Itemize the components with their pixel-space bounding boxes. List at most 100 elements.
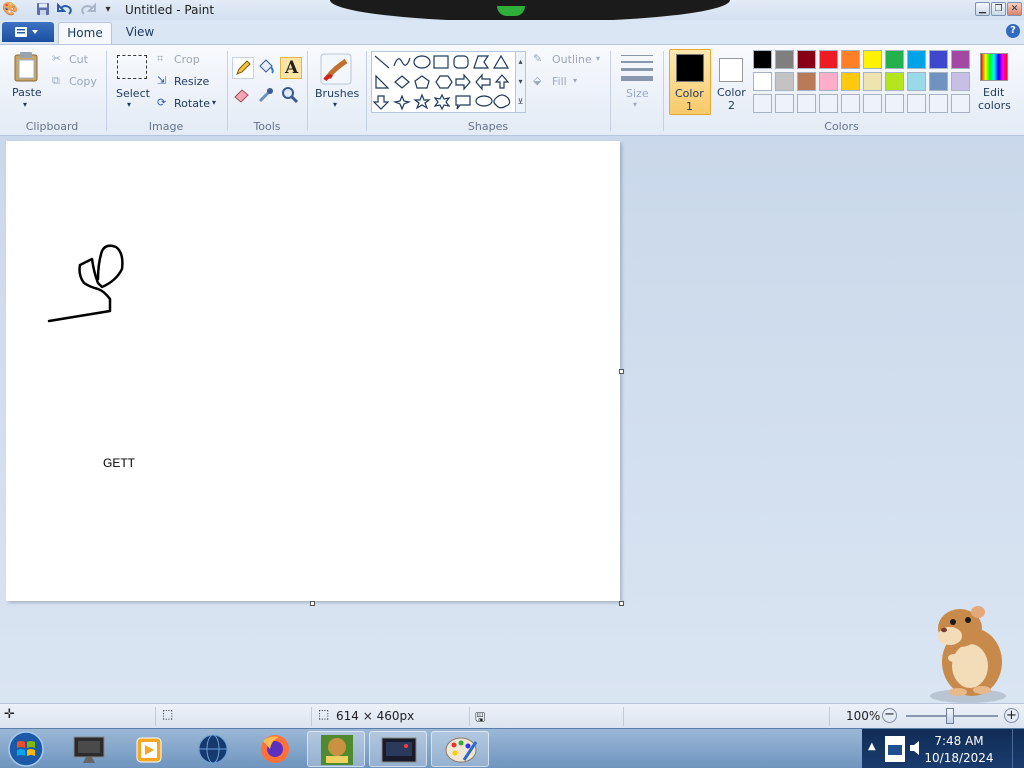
cut-button[interactable]: ✂ Cut bbox=[52, 51, 102, 67]
globe-icon bbox=[198, 734, 228, 764]
fill-button[interactable]: ⬙ Fill ▾ bbox=[533, 73, 593, 89]
palette-swatch[interactable] bbox=[951, 50, 970, 69]
help-icon[interactable]: ? bbox=[1006, 24, 1020, 38]
show-desktop-button[interactable] bbox=[1012, 729, 1024, 768]
palette-swatch[interactable] bbox=[841, 50, 860, 69]
palette-swatch[interactable] bbox=[775, 50, 794, 69]
brushes-button[interactable]: Brushes ▾ bbox=[312, 49, 362, 115]
taskbar-paint[interactable] bbox=[431, 731, 489, 767]
resize-button[interactable]: ⇲ Resize bbox=[157, 73, 217, 89]
palette-swatch[interactable] bbox=[819, 50, 838, 69]
copy-button[interactable]: ⧉ Copy bbox=[52, 73, 102, 89]
tab-home[interactable]: Home bbox=[58, 22, 112, 44]
palette-swatch[interactable] bbox=[951, 72, 970, 91]
shapes-gallery[interactable] bbox=[371, 51, 525, 113]
redo-icon[interactable] bbox=[80, 2, 96, 18]
custom-color-slot[interactable] bbox=[753, 94, 772, 113]
canvas-resize-handle-right[interactable] bbox=[619, 369, 624, 374]
taskbar-firefox[interactable] bbox=[246, 731, 304, 767]
paste-button[interactable]: Paste ▾ bbox=[6, 49, 48, 115]
task-manager-icon bbox=[73, 736, 105, 763]
taskbar-task-manager[interactable] bbox=[60, 731, 118, 767]
magnifier-tool[interactable] bbox=[280, 85, 302, 107]
image-group-label: Image bbox=[148, 120, 184, 133]
selection-size-icon: ⬚ bbox=[162, 707, 174, 721]
clock-time[interactable]: 7:48 AM bbox=[924, 734, 994, 748]
palette-swatch[interactable] bbox=[885, 50, 904, 69]
size-line-icon bbox=[621, 55, 653, 56]
crop-button[interactable]: ⌗ Crop bbox=[157, 51, 217, 67]
undo-icon[interactable] bbox=[57, 2, 73, 18]
custom-color-slot[interactable] bbox=[907, 94, 926, 113]
show-hidden-icons-button[interactable]: ▲ bbox=[868, 741, 876, 752]
color2-label: Color bbox=[717, 86, 746, 99]
color1-button[interactable]: Color 1 bbox=[669, 49, 711, 115]
pencil-icon bbox=[236, 60, 251, 75]
custom-color-slot[interactable] bbox=[863, 94, 882, 113]
palette-swatch[interactable] bbox=[753, 72, 772, 91]
tab-view[interactable]: View bbox=[116, 22, 164, 44]
palette-swatch[interactable] bbox=[929, 50, 948, 69]
speaker-icon[interactable] bbox=[908, 739, 924, 757]
taskbar-game-box[interactable] bbox=[307, 731, 365, 767]
colors-group-label: Colors bbox=[824, 120, 859, 133]
palette-swatch[interactable] bbox=[841, 72, 860, 91]
custom-color-slot[interactable] bbox=[775, 94, 794, 113]
zoom-in-button[interactable]: + bbox=[1004, 708, 1019, 723]
custom-color-slot[interactable] bbox=[819, 94, 838, 113]
shapes-scroll[interactable]: ▴ ▾ ⊻ bbox=[515, 51, 526, 113]
eraser-tool[interactable] bbox=[232, 85, 254, 107]
edit-colors-button[interactable]: Edit colors bbox=[976, 49, 1012, 115]
palette-swatch[interactable] bbox=[907, 50, 926, 69]
clock-date[interactable]: 10/18/2024 bbox=[924, 751, 994, 765]
group-separator bbox=[366, 51, 367, 131]
palette-swatch[interactable] bbox=[797, 72, 816, 91]
taskbar-media-player[interactable] bbox=[120, 731, 178, 767]
text-tool[interactable]: A bbox=[280, 57, 302, 79]
customize-quick-access-icon[interactable]: ▾ bbox=[100, 2, 116, 18]
action-center-icon[interactable] bbox=[884, 735, 906, 763]
save-icon[interactable] bbox=[35, 2, 51, 18]
paint-app-icon[interactable]: 🎨 bbox=[2, 2, 18, 18]
custom-color-slot[interactable] bbox=[951, 94, 970, 113]
fill-tool[interactable] bbox=[256, 57, 278, 79]
custom-color-slot[interactable] bbox=[929, 94, 948, 113]
hamster-desktop-pet[interactable] bbox=[920, 600, 1010, 704]
palette-swatch[interactable] bbox=[863, 72, 882, 91]
zoom-out-button[interactable]: − bbox=[882, 708, 897, 723]
palette-swatch[interactable] bbox=[929, 72, 948, 91]
palette-swatch[interactable] bbox=[819, 72, 838, 91]
palette-swatch[interactable] bbox=[885, 72, 904, 91]
color2-button[interactable]: Color 2 bbox=[713, 49, 751, 115]
brushes-label: Brushes bbox=[315, 87, 360, 100]
custom-color-slot[interactable] bbox=[841, 94, 860, 113]
palette-swatch[interactable] bbox=[753, 50, 772, 69]
fill-dropdown-icon: ▾ bbox=[573, 76, 578, 85]
outline-button[interactable]: ✎ Outline ▾ bbox=[533, 51, 605, 67]
custom-color-slot[interactable] bbox=[797, 94, 816, 113]
zoom-slider-thumb[interactable] bbox=[946, 708, 954, 724]
canvas-resize-handle-corner[interactable] bbox=[619, 601, 624, 606]
palette-swatch[interactable] bbox=[863, 50, 882, 69]
taskbar-display-app[interactable] bbox=[369, 731, 427, 767]
select-button[interactable]: Select ▾ bbox=[112, 49, 152, 115]
custom-color-slot[interactable] bbox=[885, 94, 904, 113]
maximize-button[interactable]: ❐ bbox=[991, 2, 1006, 16]
size-button[interactable]: Size ▾ bbox=[616, 49, 658, 115]
pencil-tool[interactable] bbox=[232, 57, 254, 79]
canvas-resize-handle-bottom[interactable] bbox=[310, 601, 315, 606]
start-button[interactable] bbox=[6, 730, 46, 768]
shapes-group-label: Shapes bbox=[467, 120, 509, 133]
close-button[interactable]: ✕ bbox=[1007, 2, 1022, 16]
palette-swatch[interactable] bbox=[775, 72, 794, 91]
paint-menu-button[interactable] bbox=[2, 22, 54, 42]
color-picker-tool[interactable] bbox=[256, 85, 278, 107]
select-dropdown-icon: ▾ bbox=[127, 100, 132, 109]
taskbar-network[interactable] bbox=[184, 731, 242, 767]
palette-swatch[interactable] bbox=[907, 72, 926, 91]
rotate-button[interactable]: ⟳ Rotate ▾ bbox=[157, 95, 223, 111]
palette-swatch[interactable] bbox=[797, 50, 816, 69]
minimize-button[interactable]: ▁ bbox=[975, 2, 990, 16]
canvas-size-icon: ⬚ bbox=[318, 707, 330, 721]
drawing-canvas[interactable]: GETT bbox=[6, 141, 620, 601]
